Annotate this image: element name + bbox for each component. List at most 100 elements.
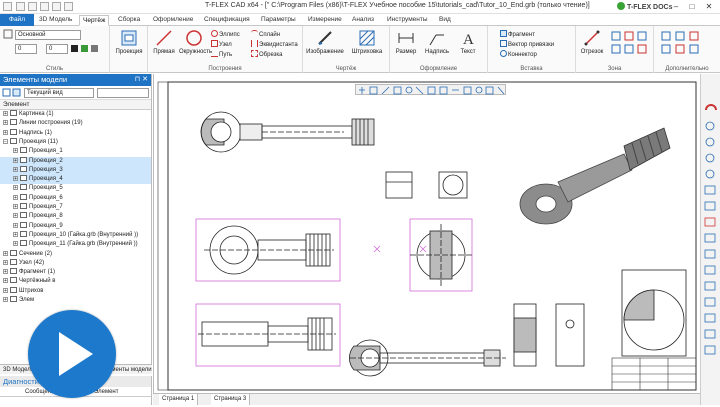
- projection-button[interactable]: Проекция: [113, 29, 145, 55]
- tab-parameters[interactable]: Параметры: [258, 15, 299, 26]
- tree-item[interactable]: + Узел (42): [0, 258, 151, 268]
- style-width2-combo[interactable]: 0: [46, 44, 68, 54]
- drawing-canvas[interactable]: [153, 74, 699, 393]
- zone-tool-icons[interactable]: [610, 30, 650, 56]
- pin-icon[interactable]: ⊓ ✕: [135, 74, 148, 86]
- expander-icon[interactable]: +: [13, 231, 18, 237]
- tab-annotation[interactable]: Оформление: [150, 15, 196, 26]
- style-width-combo[interactable]: 0: [15, 44, 37, 54]
- snap-vector-button[interactable]: Вектор привязки: [500, 40, 554, 48]
- tab-drawing[interactable]: Чертёж: [79, 15, 110, 26]
- style-combo[interactable]: Основной: [15, 30, 81, 40]
- app-logo-icon[interactable]: [3, 2, 12, 11]
- fragment-button[interactable]: Фрагмент: [500, 30, 535, 38]
- expander-icon[interactable]: +: [13, 176, 18, 182]
- snap-tool-icons[interactable]: [356, 85, 507, 96]
- close-button[interactable]: ✕: [703, 1, 715, 12]
- tree-item[interactable]: − Проекция (11): [0, 137, 151, 147]
- segment-button[interactable]: Отрезок: [578, 29, 606, 55]
- style-color-icons[interactable]: [70, 44, 100, 54]
- expander-icon[interactable]: +: [3, 269, 8, 275]
- tab-view[interactable]: Вид: [436, 15, 454, 26]
- docs-link[interactable]: T-FLEX DOCs: [617, 2, 673, 11]
- spline-button[interactable]: Сплайн: [251, 30, 280, 38]
- expander-icon[interactable]: +: [13, 185, 18, 191]
- circle-button[interactable]: Окружность: [179, 29, 212, 55]
- view-lever-top[interactable]: [200, 111, 375, 153]
- expander-icon[interactable]: +: [13, 213, 18, 219]
- view-tool-icons[interactable]: [701, 74, 720, 405]
- expander-icon[interactable]: +: [3, 250, 8, 256]
- open-file-icon[interactable]: [28, 2, 37, 11]
- view-nut-side[interactable]: [513, 303, 585, 367]
- expander-icon[interactable]: +: [3, 120, 8, 126]
- text-button[interactable]: A Текст: [454, 29, 482, 55]
- tab-assembly[interactable]: Сборка: [115, 15, 143, 26]
- tab-analysis[interactable]: Анализ: [349, 15, 377, 26]
- tree-item[interactable]: + Проекция_10 (Гайка.grb (Внутренний )): [0, 230, 151, 240]
- hatch-button[interactable]: Штриховка: [347, 29, 387, 55]
- tree-item[interactable]: + Проекция_6: [0, 193, 151, 203]
- expander-icon[interactable]: +: [13, 241, 18, 247]
- tree-item[interactable]: + Картинка (1): [0, 110, 151, 119]
- view-eye-section[interactable]: [410, 224, 472, 286]
- page-tab-3[interactable]: Страница 3: [211, 394, 251, 405]
- tree-item[interactable]: + Сечение (2): [0, 249, 151, 259]
- tab-measure[interactable]: Измерение: [305, 15, 345, 26]
- tree-item[interactable]: + Штрихов: [0, 286, 151, 296]
- tree-item[interactable]: + Надпись (1): [0, 128, 151, 138]
- tree-item[interactable]: + Проекция_9: [0, 221, 151, 231]
- tab-file[interactable]: Файл: [0, 14, 34, 26]
- expander-icon[interactable]: +: [3, 278, 8, 284]
- dimension-button[interactable]: Размер: [392, 29, 420, 55]
- tab-model-elements-panel[interactable]: ементы модели: [108, 365, 152, 375]
- filter-icons[interactable]: [2, 88, 22, 98]
- expander-icon[interactable]: +: [3, 111, 8, 117]
- expander-icon[interactable]: +: [13, 166, 18, 172]
- view-combo[interactable]: Текущий вид: [24, 88, 94, 98]
- expander-icon[interactable]: +: [3, 287, 8, 293]
- tab-3d-model[interactable]: 3D Модель: [36, 15, 75, 26]
- page-tab-1[interactable]: Страница 1: [159, 394, 199, 405]
- tab-tools[interactable]: Инструменты: [384, 15, 431, 26]
- maximize-button[interactable]: □: [686, 1, 698, 12]
- expander-icon[interactable]: +: [13, 148, 18, 154]
- 3d-model-view[interactable]: [519, 127, 671, 225]
- drawing-sheet[interactable]: [154, 74, 700, 393]
- expander-icon[interactable]: +: [3, 297, 8, 303]
- path-button[interactable]: Путь: [211, 50, 232, 58]
- expander-icon[interactable]: +: [13, 222, 18, 228]
- expander-icon[interactable]: +: [13, 157, 18, 163]
- tree-item[interactable]: + Проекция_8: [0, 212, 151, 221]
- secondary-combo[interactable]: [97, 88, 149, 98]
- undo-icon[interactable]: [52, 2, 61, 11]
- expander-icon[interactable]: +: [13, 204, 18, 210]
- view-small-top[interactable]: [385, 171, 468, 199]
- label-button[interactable]: Надпись: [421, 29, 453, 55]
- tree-item[interactable]: + Элем: [0, 296, 151, 305]
- image-button[interactable]: Изображение: [305, 29, 345, 55]
- connector-button[interactable]: Коннектор: [500, 50, 537, 58]
- new-file-icon[interactable]: [16, 2, 25, 11]
- line-button[interactable]: Прямая: [150, 29, 178, 55]
- expander-icon[interactable]: +: [13, 194, 18, 200]
- tree-item[interactable]: + Проекция_3: [0, 165, 151, 175]
- offset-button[interactable]: Эквидистанта: [251, 40, 298, 48]
- view-detail-callout[interactable]: [621, 269, 687, 357]
- minimize-button[interactable]: –: [670, 1, 682, 12]
- view-lever-side[interactable]: [198, 317, 336, 351]
- extra-tool-icons[interactable]: [660, 30, 714, 56]
- tree-item[interactable]: + Линии построения (19): [0, 119, 151, 128]
- tree-item[interactable]: + Проекция_2: [0, 156, 151, 166]
- tree-item[interactable]: + Проекция_5: [0, 184, 151, 193]
- trim-button[interactable]: Обрезка: [251, 50, 283, 58]
- tree-item[interactable]: + Проекция_7: [0, 203, 151, 212]
- ellipse-button[interactable]: Эллипс: [211, 30, 240, 38]
- tree-item[interactable]: + Чертёжный в: [0, 277, 151, 286]
- view-lever-front[interactable]: [204, 225, 334, 275]
- node-button[interactable]: Узел: [211, 40, 232, 48]
- expander-icon[interactable]: +: [3, 129, 8, 135]
- view-section-bottom[interactable]: [349, 339, 506, 377]
- expander-icon[interactable]: +: [3, 259, 8, 265]
- tree-item[interactable]: + Проекция_1: [0, 147, 151, 156]
